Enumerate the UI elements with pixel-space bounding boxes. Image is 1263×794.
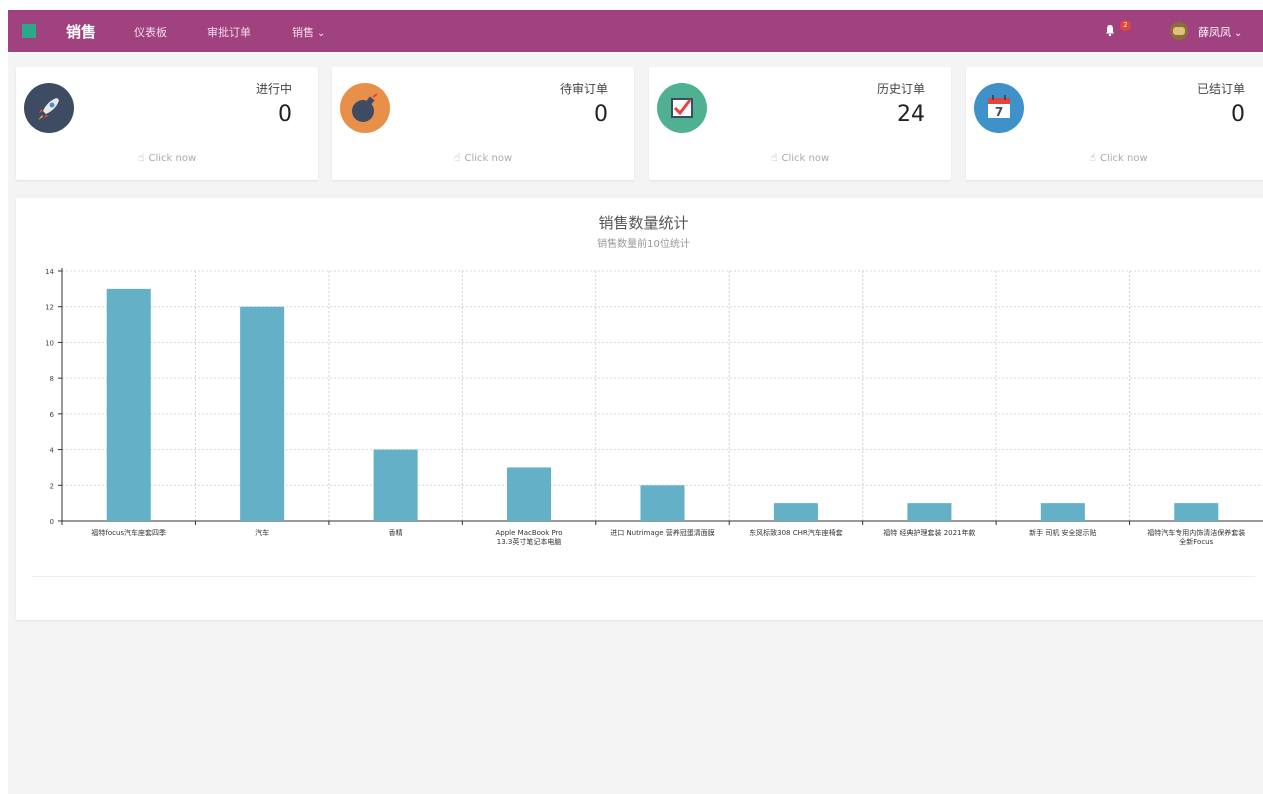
card-value: 0 bbox=[278, 102, 292, 127]
click-now-link[interactable]: ☝ Click now bbox=[332, 151, 634, 164]
y-tick-label: 4 bbox=[50, 447, 55, 455]
click-now-link[interactable]: ☝ Click now bbox=[966, 151, 1263, 164]
bar bbox=[106, 288, 151, 521]
hand-pointer-icon: ☝ bbox=[137, 151, 145, 164]
bell-icon[interactable] bbox=[1103, 23, 1117, 37]
card-label: 历史订单 bbox=[876, 82, 925, 96]
x-tick-label: 汽车 bbox=[255, 528, 269, 537]
x-tick-label: 东风标致308 CHR汽车座椅套 bbox=[749, 528, 843, 537]
click-now-label: Click now bbox=[148, 153, 197, 164]
bar bbox=[1174, 503, 1219, 521]
notification-badge: 2 bbox=[1120, 20, 1131, 31]
x-tick-label: 福特focus汽车座套四季 bbox=[91, 528, 166, 537]
y-tick-label: 8 bbox=[50, 375, 54, 383]
hand-pointer-icon: ☝ bbox=[770, 151, 778, 164]
calendar-icon: 7 bbox=[974, 83, 1024, 133]
click-now-label: Click now bbox=[464, 153, 513, 164]
bar bbox=[907, 503, 952, 521]
calendar-day: 7 bbox=[995, 105, 1003, 119]
panel-divider bbox=[32, 576, 1255, 577]
stat-card-pending-approval[interactable]: 待审订单 0 ☝ Click now bbox=[332, 67, 634, 180]
y-tick-label: 14 bbox=[45, 268, 54, 276]
x-tick-label: 新手 司机 安全提示贴 bbox=[1029, 528, 1096, 537]
x-tick-label: 福特 经典护理套装 2021年款 bbox=[883, 528, 975, 537]
top-navbar: 销售 仪表板 审批订单 销售 ⌄ 2 薛凤凤 ⌄ bbox=[8, 10, 1263, 52]
bar bbox=[373, 449, 418, 521]
user-name: 薛凤凤 bbox=[1198, 26, 1231, 39]
click-now-link[interactable]: ☝ Click now bbox=[649, 151, 951, 164]
checklist-icon bbox=[657, 83, 707, 133]
chart-panel: 销售数量统计 销售数量前10位统计 0 2 4 6 8 10 12 14 福特focus汽车座套… bbox=[16, 198, 1263, 620]
nav-dashboard[interactable]: 仪表板 bbox=[134, 24, 167, 40]
card-label: 已结订单 bbox=[1196, 82, 1245, 96]
chevron-down-icon: ⌄ bbox=[317, 28, 326, 39]
x-tick-label: 进口 Nutrimage 营养冠蛋清面膜 bbox=[610, 528, 715, 537]
user-menu[interactable]: 薛凤凤 ⌄ bbox=[1198, 24, 1242, 40]
hand-pointer-icon: ☝ bbox=[453, 151, 461, 164]
nav-approve-orders[interactable]: 审批订单 bbox=[207, 24, 251, 40]
click-now-label: Click now bbox=[1100, 153, 1148, 164]
nav-sales-menu[interactable]: 销售 ⌄ bbox=[292, 24, 325, 40]
nav-sales-label: 销售 bbox=[292, 26, 314, 39]
card-value: 24 bbox=[897, 102, 925, 127]
card-value: 0 bbox=[594, 102, 608, 127]
x-tick-label: Apple MacBook Pro 13.3英寸笔记本电脑 bbox=[496, 529, 563, 546]
bar bbox=[640, 485, 685, 521]
x-tick-label: 福特汽车专用内饰清洁保养套装全新Focus bbox=[1147, 528, 1245, 546]
brand-title[interactable]: 销售 bbox=[66, 21, 96, 42]
bomb-icon bbox=[340, 83, 390, 133]
y-tick-label: 2 bbox=[50, 482, 54, 490]
card-value: 0 bbox=[1231, 102, 1245, 127]
click-now-link[interactable]: ☝ Click now bbox=[16, 151, 318, 164]
card-label: 进行中 bbox=[255, 82, 292, 96]
click-now-label: Click now bbox=[781, 153, 830, 164]
app-logo-icon[interactable] bbox=[22, 24, 36, 38]
hand-pointer-icon: ☝ bbox=[1089, 151, 1097, 164]
avatar[interactable] bbox=[1170, 22, 1188, 40]
y-tick-label: 0 bbox=[50, 518, 54, 526]
bar bbox=[1040, 503, 1085, 521]
y-tick-label: 12 bbox=[45, 304, 54, 312]
bar bbox=[240, 306, 285, 521]
y-tick-label: 10 bbox=[45, 339, 54, 347]
x-tick-label: 香精 bbox=[389, 528, 403, 537]
stat-card-history-orders[interactable]: 历史订单 24 ☝ Click now bbox=[649, 67, 951, 180]
stat-card-in-progress[interactable]: 进行中 0 ☝ Click now bbox=[16, 67, 318, 180]
bar bbox=[507, 467, 552, 521]
card-label: 待审订单 bbox=[559, 82, 608, 96]
stat-card-closed-orders[interactable]: 7 已结订单 0 ☝ Click now bbox=[966, 67, 1263, 180]
app-frame: 销售 仪表板 审批订单 销售 ⌄ 2 薛凤凤 ⌄ 进行中 0 ☝ Click now bbox=[8, 10, 1263, 794]
y-tick-label: 6 bbox=[50, 411, 55, 419]
bar-chart: 0 2 4 6 8 10 12 14 福特focus汽车座套四季 汽车 香精 Apple MacBoo… bbox=[45, 268, 1263, 546]
chevron-down-icon: ⌄ bbox=[1234, 28, 1243, 39]
rocket-icon bbox=[24, 83, 74, 133]
bar bbox=[773, 503, 818, 521]
